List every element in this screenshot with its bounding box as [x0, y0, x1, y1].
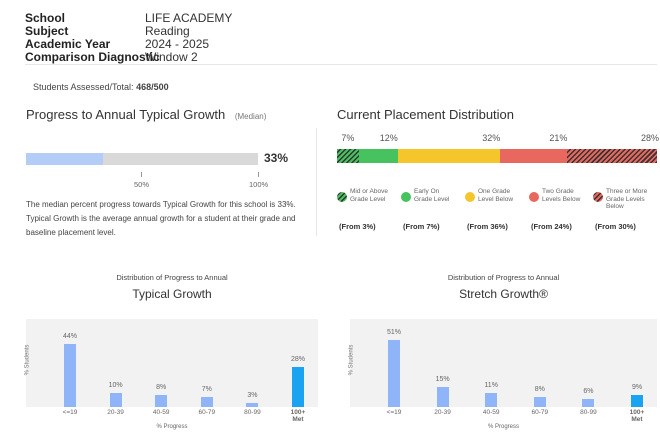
chart1-subtitle: Distribution of Progress to Annual [116, 273, 228, 282]
chart-bar [246, 402, 259, 407]
legend-from-value: (From 30%) [595, 222, 636, 231]
legend-from-value: (From 24%) [531, 222, 572, 231]
students-assessed-value: 468/500 [136, 82, 169, 92]
placement-segment [567, 149, 657, 163]
school-value: LIFE ACADEMY [145, 11, 233, 25]
progress-bar-fill [26, 153, 103, 165]
legend-swatch [465, 192, 475, 202]
legend-swatch [529, 192, 539, 202]
placement-bar [337, 149, 657, 163]
legend-from-value: (From 36%) [467, 222, 508, 231]
panel-divider [316, 128, 317, 236]
chart-value-label: 8% [534, 385, 545, 393]
progress-description: The median percent progress towards Typi… [26, 200, 296, 237]
chart-bar [436, 387, 449, 407]
legend-label: Two Grade Levels Below [542, 188, 581, 203]
chart2-xlabel: % Progress [487, 424, 519, 430]
chart-value-label: 15% [435, 376, 450, 384]
header-divider [25, 64, 657, 65]
legend-from-value: (From 3%) [339, 222, 376, 231]
chart-value-label: 6% [583, 388, 594, 396]
progress-tick-50-label: 50% [134, 180, 150, 189]
chart-bar [64, 343, 76, 407]
chart-value-label: 11% [484, 381, 498, 389]
year-label: Academic Year [25, 37, 111, 51]
progress-bar-track [26, 153, 258, 165]
placement-segment-label: 21% [549, 133, 568, 143]
chart-category-label: 80-99 [244, 409, 261, 416]
chart-category-label: <=19 [386, 409, 402, 416]
subject-label: Subject [25, 24, 69, 38]
chart-bar [582, 399, 595, 407]
legend-swatch [593, 192, 603, 202]
chart-category-label: <=19 [62, 409, 78, 416]
chart-value-label: 10% [108, 381, 123, 389]
placement-legend: Mid or Above Grade Level (From 3%) Early On… [337, 184, 657, 244]
placement-segment [500, 149, 568, 163]
legend-label: Mid or Above Grade Level [350, 188, 388, 203]
placement-segment [359, 149, 398, 163]
chart-value-label: 7% [201, 385, 212, 393]
subject-value: Reading [145, 24, 190, 38]
legend-swatch [337, 192, 347, 202]
chart-bar [533, 396, 546, 407]
chart1-title: Typical Growth [132, 287, 212, 301]
progress-title-text: Progress to Annual Typical Growth [26, 107, 226, 122]
placement-segment-label: 12% [379, 133, 398, 143]
legend-label: Early On Grade Level [414, 188, 450, 203]
chart-value-label: 8% [156, 384, 167, 392]
chart-value-label: 28% [290, 355, 305, 363]
placement-segment-label: 7% [341, 133, 355, 143]
school-label: School [25, 11, 66, 25]
chart-category-label: 80-99 [580, 409, 597, 416]
chart-bar [388, 340, 400, 407]
chart-category-label: 20-39 [107, 409, 124, 416]
chart-bar [631, 395, 643, 407]
placement-segment [397, 149, 501, 163]
progress-percent: 33% [264, 151, 289, 165]
students-assessed-label: Students Assessed/Total: [33, 82, 137, 92]
chart-bar [485, 392, 498, 407]
year-value: 2024 - 2025 [145, 37, 210, 51]
chart-category-label: 20-39 [434, 409, 451, 416]
chart2-subtitle: Distribution of Progress to Annual [447, 273, 560, 282]
progress-tick-100 [258, 172, 259, 177]
students-assessed: Students Assessed/Total: 468/500 [33, 82, 169, 92]
legend-swatch [401, 192, 411, 202]
chart-ylabel: % Students [348, 344, 355, 376]
chart-value-label: 51% [386, 329, 401, 337]
chart-bar [155, 395, 168, 407]
chart-category-label: 40-59 [152, 409, 170, 416]
progress-tick-50 [141, 172, 142, 177]
chart-bar [109, 392, 122, 407]
chart-value-label: 3% [247, 391, 258, 399]
chart-value-label: 9% [631, 384, 643, 392]
chart2-title: Stretch Growth® [459, 287, 548, 301]
diagnostic-label: Comparison Diagnostic [25, 50, 160, 64]
chart1-plot: % Students 44% 10% 8% 7% 3% 28% [24, 319, 318, 407]
chart-category-label: 100+ Met [290, 409, 306, 423]
chart-category-label: 40-59 [482, 409, 500, 416]
progress-title: Progress to Annual Typical Growth (Media… [26, 107, 266, 122]
progress-tick-100-label: 100% [249, 180, 269, 189]
chart-ylabel: % Students [24, 344, 31, 376]
progress-subtitle: (Median) [234, 112, 267, 121]
chart-bar [292, 366, 304, 407]
placement-labels: 7% 12% 32% 21% 28% [337, 133, 660, 145]
chart-bar [200, 396, 213, 407]
legend-label: One Grade Level Below [478, 188, 514, 203]
legend-label: Three or More Grade Levels Below [606, 188, 648, 210]
chart-category-label: 60-79 [198, 409, 216, 416]
placement-segment-label: 28% [641, 133, 660, 143]
chart-category-label: 100+ Met [629, 409, 645, 423]
diagnostic-value: Window 2 [145, 50, 198, 64]
placement-title: Current Placement Distribution [337, 107, 515, 122]
chart2-plot: % Students 51% 15% 11% 8% 6% 9% [348, 319, 657, 407]
chart-category-label: 60-79 [531, 409, 549, 416]
placement-segment [337, 149, 360, 163]
legend-from-value: (From 7%) [403, 222, 440, 231]
placement-segment-label: 32% [482, 133, 501, 143]
chart1-xlabel: % Progress [156, 424, 188, 430]
chart-value-label: 44% [62, 332, 77, 340]
